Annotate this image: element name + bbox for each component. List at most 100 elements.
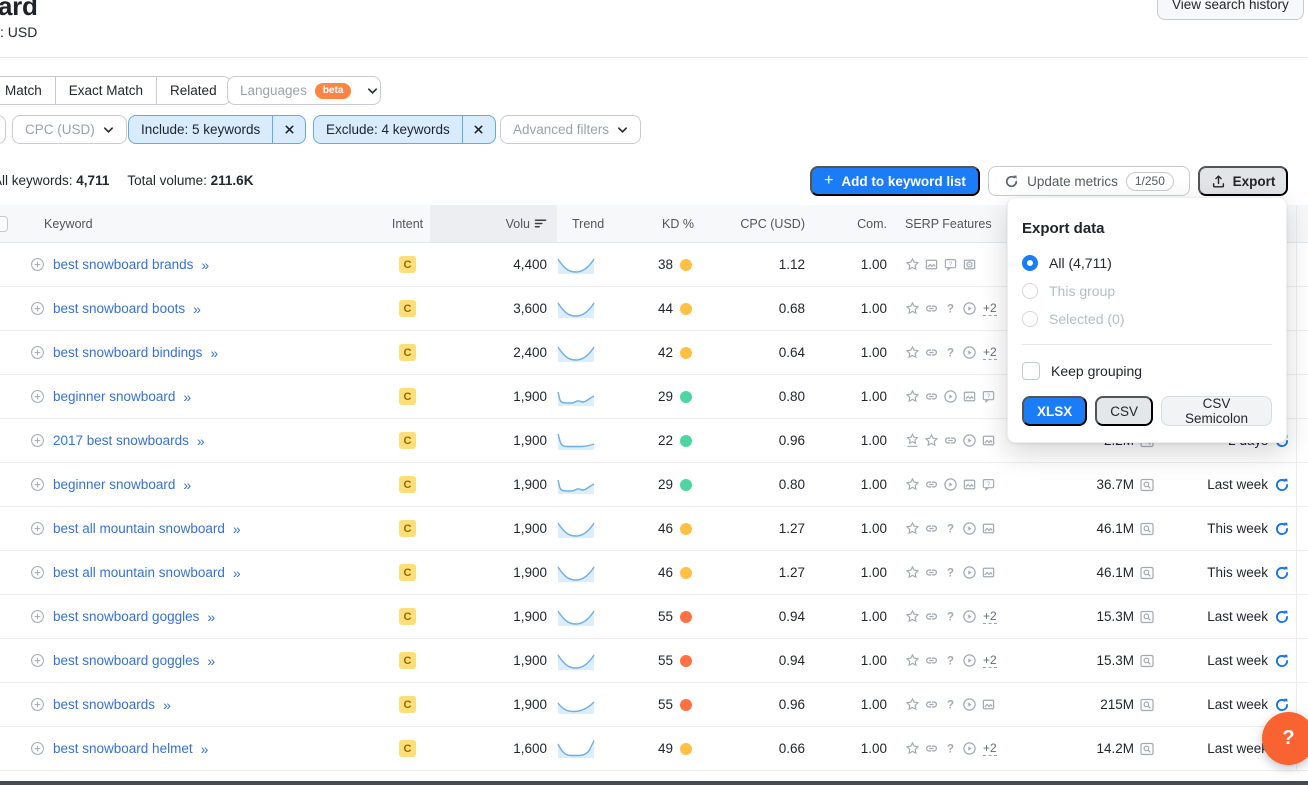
col-trend[interactable]: Trend	[557, 205, 600, 242]
tab-match[interactable]: Match	[0, 77, 55, 104]
question-icon[interactable]: ?	[943, 697, 958, 712]
col-kd[interactable]: KD %	[600, 205, 700, 242]
serp-more-link[interactable]: +2	[983, 301, 997, 316]
star-icon[interactable]	[905, 521, 920, 536]
question-icon[interactable]: ?	[943, 521, 958, 536]
view-search-history-button[interactable]: View search history	[1157, 0, 1304, 20]
include-filter-chip[interactable]: Include: 5 keywords	[128, 115, 306, 144]
link-icon[interactable]	[924, 521, 939, 536]
link-icon[interactable]	[924, 653, 939, 668]
play-icon[interactable]	[943, 389, 958, 404]
refresh-icon[interactable]	[1274, 653, 1290, 669]
serp-more-link[interactable]: +2	[983, 653, 997, 668]
link-icon[interactable]	[924, 389, 939, 404]
star-icon[interactable]	[905, 477, 920, 492]
refresh-icon[interactable]	[1274, 565, 1290, 581]
link-icon[interactable]	[924, 697, 939, 712]
star-icon[interactable]	[905, 741, 920, 756]
col-keyword[interactable]: Keyword	[28, 205, 385, 242]
image-icon[interactable]	[981, 521, 996, 536]
open-keyword-icon[interactable]: »	[233, 521, 240, 537]
play-icon[interactable]	[962, 609, 977, 624]
serp-more-link[interactable]: +2	[983, 345, 997, 360]
cpc-filter-dropdown[interactable]: CPC (USD)	[12, 115, 127, 144]
star-icon[interactable]	[905, 345, 920, 360]
star-icon[interactable]	[905, 565, 920, 580]
keyword-link[interactable]: best snowboard brands	[53, 257, 193, 272]
image-icon[interactable]	[924, 257, 939, 272]
play-icon[interactable]	[962, 653, 977, 668]
play-icon[interactable]	[962, 521, 977, 536]
tab-exact-match[interactable]: Exact Match	[55, 77, 156, 104]
question-icon[interactable]: ?	[943, 301, 958, 316]
question-icon[interactable]: ?	[943, 741, 958, 756]
open-keyword-icon[interactable]: »	[163, 697, 170, 713]
tab-related[interactable]: Related	[156, 77, 230, 104]
keep-grouping-checkbox[interactable]	[1022, 362, 1040, 380]
keyword-link[interactable]: best snowboards	[53, 697, 155, 712]
play-icon[interactable]	[962, 301, 977, 316]
image-icon[interactable]	[981, 433, 996, 448]
col-com[interactable]: Com.	[810, 205, 890, 242]
open-keyword-icon[interactable]: »	[193, 301, 200, 317]
star-icon[interactable]	[905, 697, 920, 712]
faq-icon[interactable]: ?	[981, 389, 996, 404]
star-base-icon[interactable]	[905, 433, 920, 448]
play-icon[interactable]	[943, 477, 958, 492]
video-icon[interactable]	[962, 257, 977, 272]
select-all-checkbox[interactable]	[0, 216, 8, 232]
keyword-link[interactable]: best all mountain snowboard	[53, 565, 225, 580]
play-icon[interactable]	[962, 697, 977, 712]
export-format-csv-semicolon[interactable]: CSV Semicolon	[1161, 396, 1272, 426]
play-icon[interactable]	[962, 345, 977, 360]
link-icon[interactable]	[924, 345, 939, 360]
link-icon[interactable]	[924, 609, 939, 624]
col-serp-features[interactable]: SERP Features	[890, 205, 1010, 242]
image-icon[interactable]	[981, 697, 996, 712]
open-keyword-icon[interactable]: »	[183, 477, 190, 493]
open-keyword-icon[interactable]: »	[207, 653, 214, 669]
open-keyword-icon[interactable]: »	[201, 257, 208, 273]
faq-icon[interactable]: ?	[943, 257, 958, 272]
refresh-icon[interactable]	[1274, 521, 1290, 537]
star-icon[interactable]	[905, 257, 920, 272]
faq-icon[interactable]: ?	[981, 477, 996, 492]
keyword-link[interactable]: best snowboard helmet	[53, 741, 193, 756]
bottom-scrollbar[interactable]	[0, 781, 1308, 785]
image-icon[interactable]	[981, 565, 996, 580]
keyword-link[interactable]: best snowboard goggles	[53, 653, 199, 668]
open-keyword-icon[interactable]: »	[207, 609, 214, 625]
question-icon[interactable]: ?	[943, 565, 958, 580]
open-keyword-icon[interactable]: »	[183, 389, 190, 405]
keyword-link[interactable]: best snowboard goggles	[53, 609, 199, 624]
star-icon[interactable]	[905, 301, 920, 316]
open-keyword-icon[interactable]: »	[210, 345, 217, 361]
serp-more-link[interactable]: +2	[983, 741, 997, 756]
include-filter-remove-icon[interactable]	[272, 116, 305, 143]
export-format-csv[interactable]: CSV	[1095, 396, 1153, 426]
keyword-link[interactable]: best snowboard boots	[53, 301, 185, 316]
keep-grouping-option[interactable]: Keep grouping	[1022, 356, 1272, 386]
update-metrics-button[interactable]: Update metrics 1/250	[988, 166, 1190, 196]
open-keyword-icon[interactable]: »	[233, 565, 240, 581]
export-format-xlsx[interactable]: XLSX	[1022, 396, 1087, 426]
link-icon[interactable]	[924, 301, 939, 316]
help-button[interactable]: ?	[1262, 712, 1308, 765]
refresh-icon[interactable]	[1274, 697, 1290, 713]
exclude-filter-chip[interactable]: Exclude: 4 keywords	[313, 115, 496, 144]
advanced-filters-dropdown[interactable]: Advanced filters	[500, 115, 641, 144]
open-keyword-icon[interactable]: »	[201, 741, 208, 757]
keyword-link[interactable]: 2017 best snowboards	[53, 433, 189, 448]
keyword-link[interactable]: beginner snowboard	[53, 477, 175, 492]
play-icon[interactable]	[962, 565, 977, 580]
export-scope-option[interactable]: All (4,711)	[1022, 249, 1272, 277]
filter-fragment[interactable]	[0, 115, 6, 144]
star-icon[interactable]	[905, 389, 920, 404]
col-cpc[interactable]: CPC (USD)	[700, 205, 810, 242]
refresh-icon[interactable]	[1274, 609, 1290, 625]
image-icon[interactable]	[962, 477, 977, 492]
question-icon[interactable]: ?	[943, 609, 958, 624]
link-icon[interactable]	[924, 741, 939, 756]
exclude-filter-remove-icon[interactable]	[462, 116, 495, 143]
refresh-icon[interactable]	[1274, 477, 1290, 493]
